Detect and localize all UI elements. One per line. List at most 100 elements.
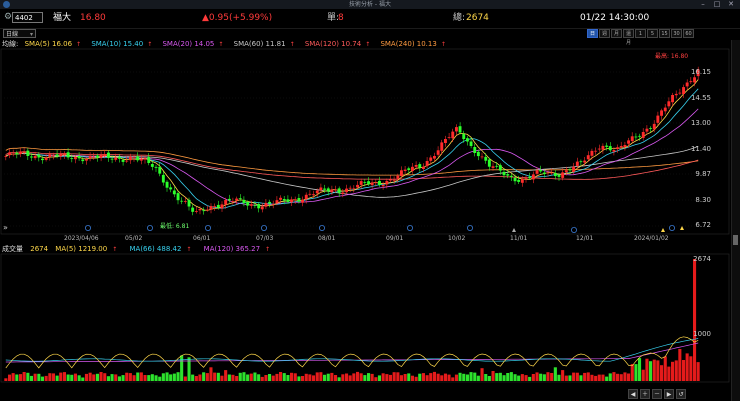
vol-ma5-legend: MA(5) 1219.00 ↑ — [55, 245, 122, 253]
volume-bar — [125, 372, 129, 381]
volume-bar — [608, 373, 612, 381]
sma240-line — [5, 147, 699, 176]
candle-body — [411, 166, 414, 171]
candle-body — [180, 200, 184, 202]
date-axis-label: 2024/01/02 — [634, 235, 669, 242]
volume-bar — [132, 375, 136, 381]
volume-legend-value: 2674 — [30, 245, 49, 253]
candle-body — [656, 115, 660, 123]
volume-bar — [381, 373, 385, 381]
low-annotation: 最低: 6.81 — [160, 223, 190, 230]
scroll-left-icon[interactable]: ◀ — [628, 389, 638, 399]
candle-body — [235, 198, 239, 201]
candle-body — [341, 192, 345, 194]
high-annotation: 最高: 16.80 — [655, 53, 689, 60]
volume-bar — [268, 374, 272, 381]
volume-bar — [176, 372, 180, 381]
volume-bar — [568, 375, 572, 381]
candle-body — [308, 193, 312, 195]
candle-body — [216, 204, 220, 208]
volume-bar — [319, 372, 323, 381]
volume-bar — [410, 375, 414, 381]
arrow-up-icon: ↑ — [186, 246, 192, 253]
volume-bar — [158, 376, 162, 381]
candle-body — [476, 151, 480, 157]
candle-body — [466, 138, 469, 142]
candle-body — [96, 155, 99, 158]
volume-bar — [77, 375, 81, 381]
sma20-legend-text: SMA(20) 14.05 — [162, 40, 215, 48]
candle-body — [92, 156, 96, 158]
arrow-up-icon: ↑ — [76, 41, 82, 48]
volume-bar — [385, 374, 389, 381]
candle-body — [674, 93, 678, 96]
volume-bar — [656, 360, 660, 381]
volume-bar — [458, 372, 462, 381]
volume-bar — [367, 373, 371, 381]
candle-body — [440, 142, 444, 151]
price-axis-label: 6.72 — [695, 221, 711, 229]
event-marker-icon — [661, 228, 665, 232]
volume-bar — [70, 374, 74, 381]
volume-bar — [418, 373, 422, 381]
candle-body — [114, 157, 118, 160]
volume-bar — [62, 372, 66, 381]
candle-body — [356, 184, 359, 188]
candle-body — [370, 182, 374, 186]
candle-body — [517, 179, 521, 182]
candle-body — [161, 174, 165, 183]
arrow-up-icon: ↑ — [265, 246, 271, 253]
volume-bar — [359, 373, 363, 381]
sma120-legend-text: SMA(120) 10.74 — [304, 40, 362, 48]
chart-scrollbar[interactable] — [731, 40, 740, 401]
candle-body — [227, 198, 231, 201]
volume-bar — [191, 374, 195, 381]
candle-body — [660, 110, 663, 116]
volume-bar — [579, 375, 583, 381]
volume-bar — [469, 372, 473, 381]
volume-bar — [290, 372, 294, 381]
volume-bar — [246, 374, 250, 381]
volume-bar — [19, 374, 23, 381]
candle-body — [531, 174, 535, 180]
volume-bar — [619, 374, 623, 381]
candle-body — [491, 166, 495, 168]
volume-bar — [638, 358, 642, 381]
candle-body — [605, 145, 609, 147]
volume-bar — [473, 372, 477, 381]
volume-bar — [117, 376, 121, 381]
candle-body — [70, 158, 74, 159]
volume-bar — [601, 374, 605, 381]
candle-body — [279, 197, 282, 200]
candle-body — [290, 199, 293, 203]
candle-body — [334, 189, 337, 191]
zoom-in-icon[interactable]: ＋ — [640, 389, 650, 399]
candle-body — [220, 204, 224, 209]
candle-body — [378, 180, 381, 185]
candle-body — [575, 161, 579, 166]
expand-arrows-icon[interactable]: » — [3, 223, 12, 232]
zoom-out-icon[interactable]: － — [652, 389, 662, 399]
date-axis-label: 09/01 — [386, 235, 404, 242]
volume-bar — [649, 361, 653, 381]
volume-bar — [363, 375, 367, 381]
volume-bar — [275, 373, 279, 381]
volume-bar — [172, 373, 176, 381]
volume-bar — [671, 361, 675, 381]
candle-body — [125, 160, 129, 162]
stock-chart[interactable] — [0, 0, 740, 401]
candle-body — [480, 156, 484, 158]
candle-body — [260, 206, 264, 210]
volume-bar — [447, 374, 451, 381]
candle-body — [198, 209, 202, 211]
candle-body — [594, 150, 598, 152]
scroll-right-icon[interactable]: ▶ — [664, 389, 674, 399]
scrollbar-thumb[interactable] — [733, 235, 738, 245]
volume-bar — [645, 358, 649, 381]
volume-bar — [627, 373, 631, 381]
candle-body — [645, 128, 649, 132]
volume-bar — [33, 373, 37, 381]
reset-view-icon[interactable]: ↺ — [676, 389, 686, 399]
date-axis-label: 2023/04/06 — [64, 235, 99, 242]
candle-body — [52, 155, 55, 157]
